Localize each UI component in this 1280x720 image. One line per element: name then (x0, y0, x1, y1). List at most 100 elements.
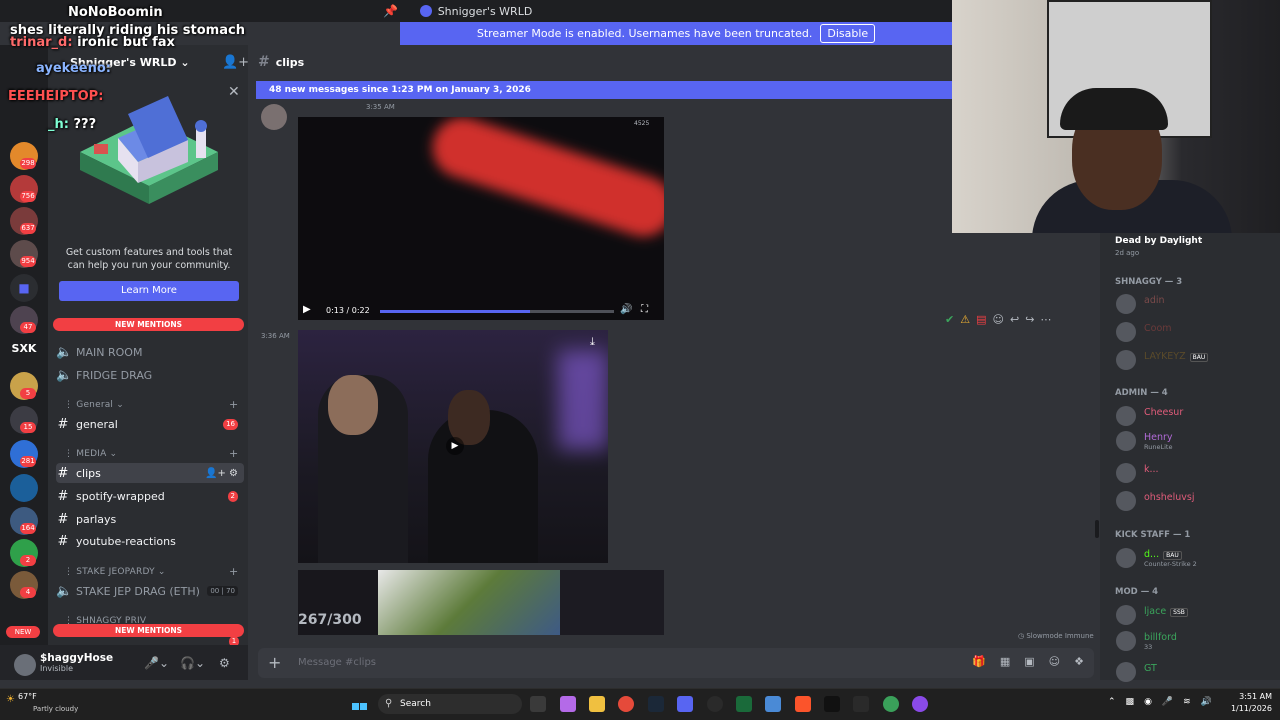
category-stake-jeopardy[interactable]: ⋮ STAKE JEOPARDY ⌄ (64, 567, 166, 577)
voice-channel-fridge-drag[interactable]: 🔈 FRIDGE DRAG (56, 365, 244, 385)
disable-streamer-button[interactable]: Disable (820, 24, 876, 43)
member-item[interactable]: billford 33 (1116, 631, 1276, 651)
app-icon[interactable] (765, 696, 781, 712)
view-count: 4525 (634, 120, 650, 127)
member-item[interactable]: ljace SSB (1116, 605, 1276, 625)
channel-general[interactable]: # general 16 (56, 414, 244, 434)
add-channel-icon[interactable]: + (229, 398, 238, 411)
member-item[interactable]: k... (1116, 463, 1276, 483)
brave-icon[interactable] (795, 696, 811, 712)
volume-icon[interactable]: 🔊 (620, 304, 632, 315)
app-tray-icon[interactable]: ▩ (1126, 697, 1135, 707)
channel-clips[interactable]: # clips 👤+ ⚙ (56, 463, 244, 483)
app-tray-icon[interactable]: ◉ (1144, 697, 1152, 707)
reaction-icon[interactable]: ▤ (976, 313, 986, 326)
play-button[interactable]: ▶ (446, 437, 464, 455)
obs-icon[interactable] (707, 696, 723, 712)
microphone-icon[interactable]: 🎤 (1162, 697, 1173, 707)
epic-games-icon[interactable] (853, 696, 869, 712)
channel-parlays[interactable]: # parlays (56, 509, 244, 529)
unread-badge: 16 (223, 418, 238, 430)
voice-channel-stake-jep[interactable]: 🔈 STAKE JEP DRAG (ETH) 00 | 70 (56, 581, 244, 601)
headphones-icon[interactable]: 🎧⌄ (180, 656, 205, 670)
task-view-icon[interactable] (530, 696, 546, 712)
taskbar-search[interactable]: ⚲ Search (378, 694, 522, 714)
member-item[interactable]: LAYKEYZ BAU (1116, 350, 1276, 370)
new-mentions-pill[interactable]: NEW MENTIONS (53, 624, 244, 637)
wifi-icon[interactable]: ≋ (1183, 697, 1191, 707)
app-icon[interactable] (736, 696, 752, 712)
taskbar-time[interactable]: 3:51 AM (1222, 692, 1272, 701)
apps-icon[interactable]: ❖ (1074, 655, 1084, 668)
file-explorer-icon[interactable] (589, 696, 605, 712)
warning-icon[interactable]: ⚠ (960, 313, 970, 326)
copilot-icon[interactable] (560, 696, 576, 712)
voice-channel-main-room[interactable]: 🔈 MAIN ROOM (56, 342, 244, 362)
chevron-up-icon[interactable]: ⌃ (1108, 697, 1116, 707)
server-icon[interactable] (10, 474, 38, 502)
member-item[interactable]: d... BAU Counter-Strike 2 (1116, 548, 1276, 568)
volume-icon[interactable]: 🔊 (1201, 697, 1212, 707)
gift-icon[interactable]: 🎁 (972, 655, 986, 668)
server-badge: 5 (20, 388, 36, 399)
clip-counter: 267/300 (298, 612, 362, 628)
chrome-icon[interactable] (883, 696, 899, 712)
app-icon[interactable] (824, 696, 840, 712)
play-icon[interactable]: ▶ (303, 304, 311, 315)
streamer-mode-text: Streamer Mode is enabled. Usernames have… (476, 27, 813, 40)
channel-spotify-wrapped[interactable]: # spotify-wrapped 2 (56, 486, 244, 506)
member-item[interactable]: GT (1116, 662, 1276, 682)
gif-icon[interactable]: ▦ (1000, 655, 1010, 668)
taskbar-date[interactable]: 1/11/2026 (1222, 704, 1272, 713)
member-item[interactable]: adin (1116, 294, 1276, 314)
discord-icon[interactable] (677, 696, 693, 712)
video-player[interactable] (298, 117, 664, 320)
add-channel-icon[interactable]: + (229, 447, 238, 460)
microphone-icon[interactable]: 🎤⌄ (144, 656, 169, 670)
forward-icon[interactable]: ↪ (1025, 313, 1034, 326)
channel-name: STAKE JEP DRAG (ETH) (76, 584, 200, 598)
server-badge: 15 (20, 422, 36, 433)
avatar[interactable] (14, 654, 36, 676)
thumbnail-text-panel (560, 570, 664, 635)
user-status: Invisible (40, 664, 73, 673)
channel-youtube-reactions[interactable]: # youtube-reactions (56, 531, 244, 551)
scrollbar[interactable] (1095, 520, 1099, 538)
sticker-icon[interactable]: ▣ (1024, 655, 1034, 668)
message-input[interactable]: Message #clips (298, 657, 376, 668)
learn-more-button[interactable]: Learn More (59, 281, 239, 301)
steam-icon[interactable] (648, 696, 664, 712)
app-icon[interactable] (912, 696, 928, 712)
gear-icon[interactable]: ⚙ (219, 656, 230, 670)
category-media[interactable]: ⋮ MEDIA ⌄ (64, 449, 117, 459)
folder-icon[interactable]: ■ (10, 274, 38, 302)
emoji-icon[interactable]: ☺ (1049, 655, 1060, 668)
message-composer[interactable]: + Message #clips 🎁 ▦ ▣ ☺ ❖ (258, 648, 1094, 678)
new-mentions-pill[interactable]: NEW MENTIONS (53, 318, 244, 331)
chrome-icon[interactable] (618, 696, 634, 712)
weather-temp[interactable]: 67°F (18, 692, 37, 701)
reply-icon[interactable]: ↩ (1010, 313, 1019, 326)
member-item[interactable]: ohsheluvsj (1116, 491, 1276, 511)
add-channel-icon[interactable]: + (229, 565, 238, 578)
member-item[interactable]: Cheesur (1116, 406, 1276, 426)
new-messages-bar[interactable]: 48 new messages since 1:23 PM on January… (256, 81, 952, 99)
username[interactable]: $haggyHose (40, 652, 113, 664)
person-head (328, 375, 378, 435)
start-icon[interactable] (352, 696, 368, 712)
category-general[interactable]: ⋮ General ⌄ (64, 400, 124, 410)
download-icon[interactable]: ⤓ (590, 335, 595, 349)
settings-icon[interactable]: 👤+ ⚙ (205, 468, 238, 479)
avatar[interactable] (261, 104, 287, 130)
server-abbr[interactable]: SXK (8, 342, 40, 355)
channel-name: FRIDGE DRAG (76, 368, 153, 382)
add-attachment-icon[interactable]: + (268, 653, 281, 672)
member-item[interactable]: Henry RuneLite (1116, 431, 1276, 451)
more-icon[interactable]: ⋯ (1040, 313, 1051, 326)
activity-game[interactable]: Dead by Daylight (1115, 236, 1202, 246)
cap (1060, 88, 1168, 130)
fullscreen-icon[interactable]: ⛶ (641, 304, 648, 315)
check-icon[interactable]: ✔ (945, 313, 954, 326)
member-item[interactable]: Coom (1116, 322, 1276, 342)
add-reaction-icon[interactable]: ☺ (993, 313, 1004, 326)
